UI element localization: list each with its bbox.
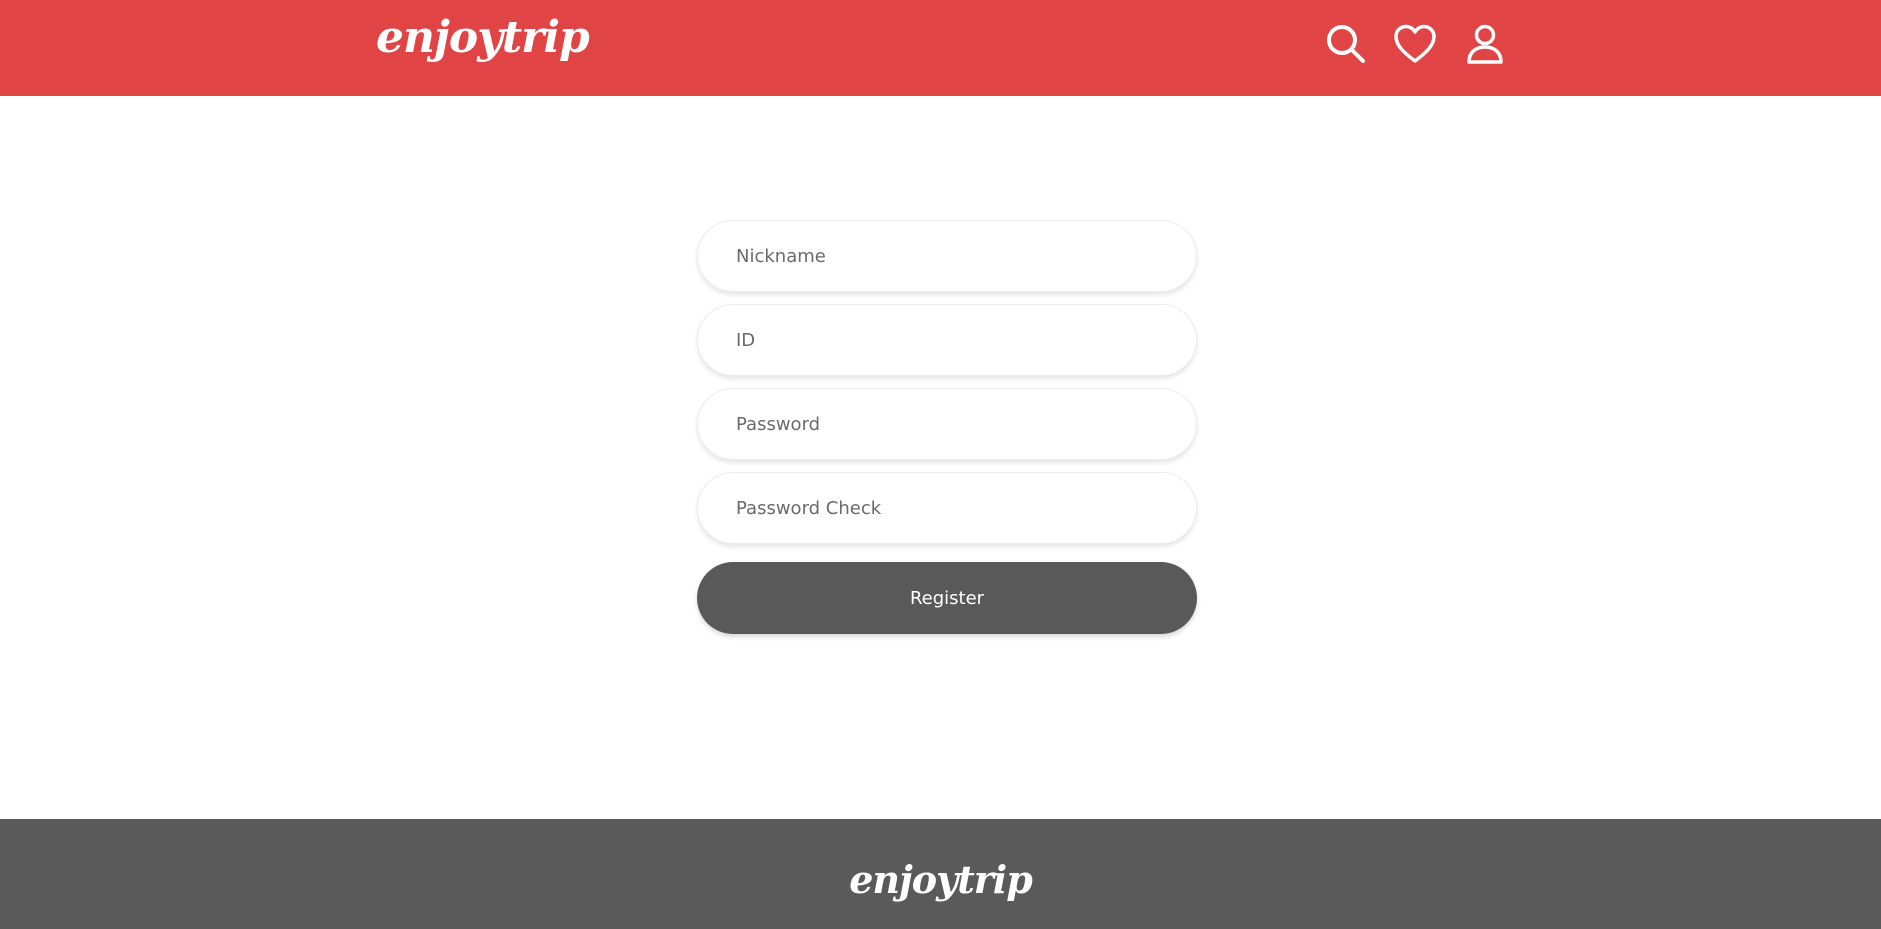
password-check-field-wrapper [697,472,1197,544]
nickname-input[interactable] [736,245,1156,267]
footer-logo: enjoytrip [849,857,1033,902]
register-button[interactable]: Register [697,562,1197,634]
user-icon[interactable] [1463,22,1507,66]
register-form: Register [697,220,1197,634]
password-field-wrapper [697,388,1197,460]
heart-icon[interactable] [1393,22,1437,66]
header-bar: enjoytrip [0,0,1881,96]
search-icon[interactable] [1324,22,1368,66]
footer-bar: enjoytrip [0,819,1881,929]
password-input[interactable] [736,413,1156,435]
id-input[interactable] [736,329,1156,351]
password-check-input[interactable] [736,497,1156,519]
header-logo[interactable]: enjoytrip [376,16,590,60]
id-field-wrapper [697,304,1197,376]
nickname-field-wrapper [697,220,1197,292]
